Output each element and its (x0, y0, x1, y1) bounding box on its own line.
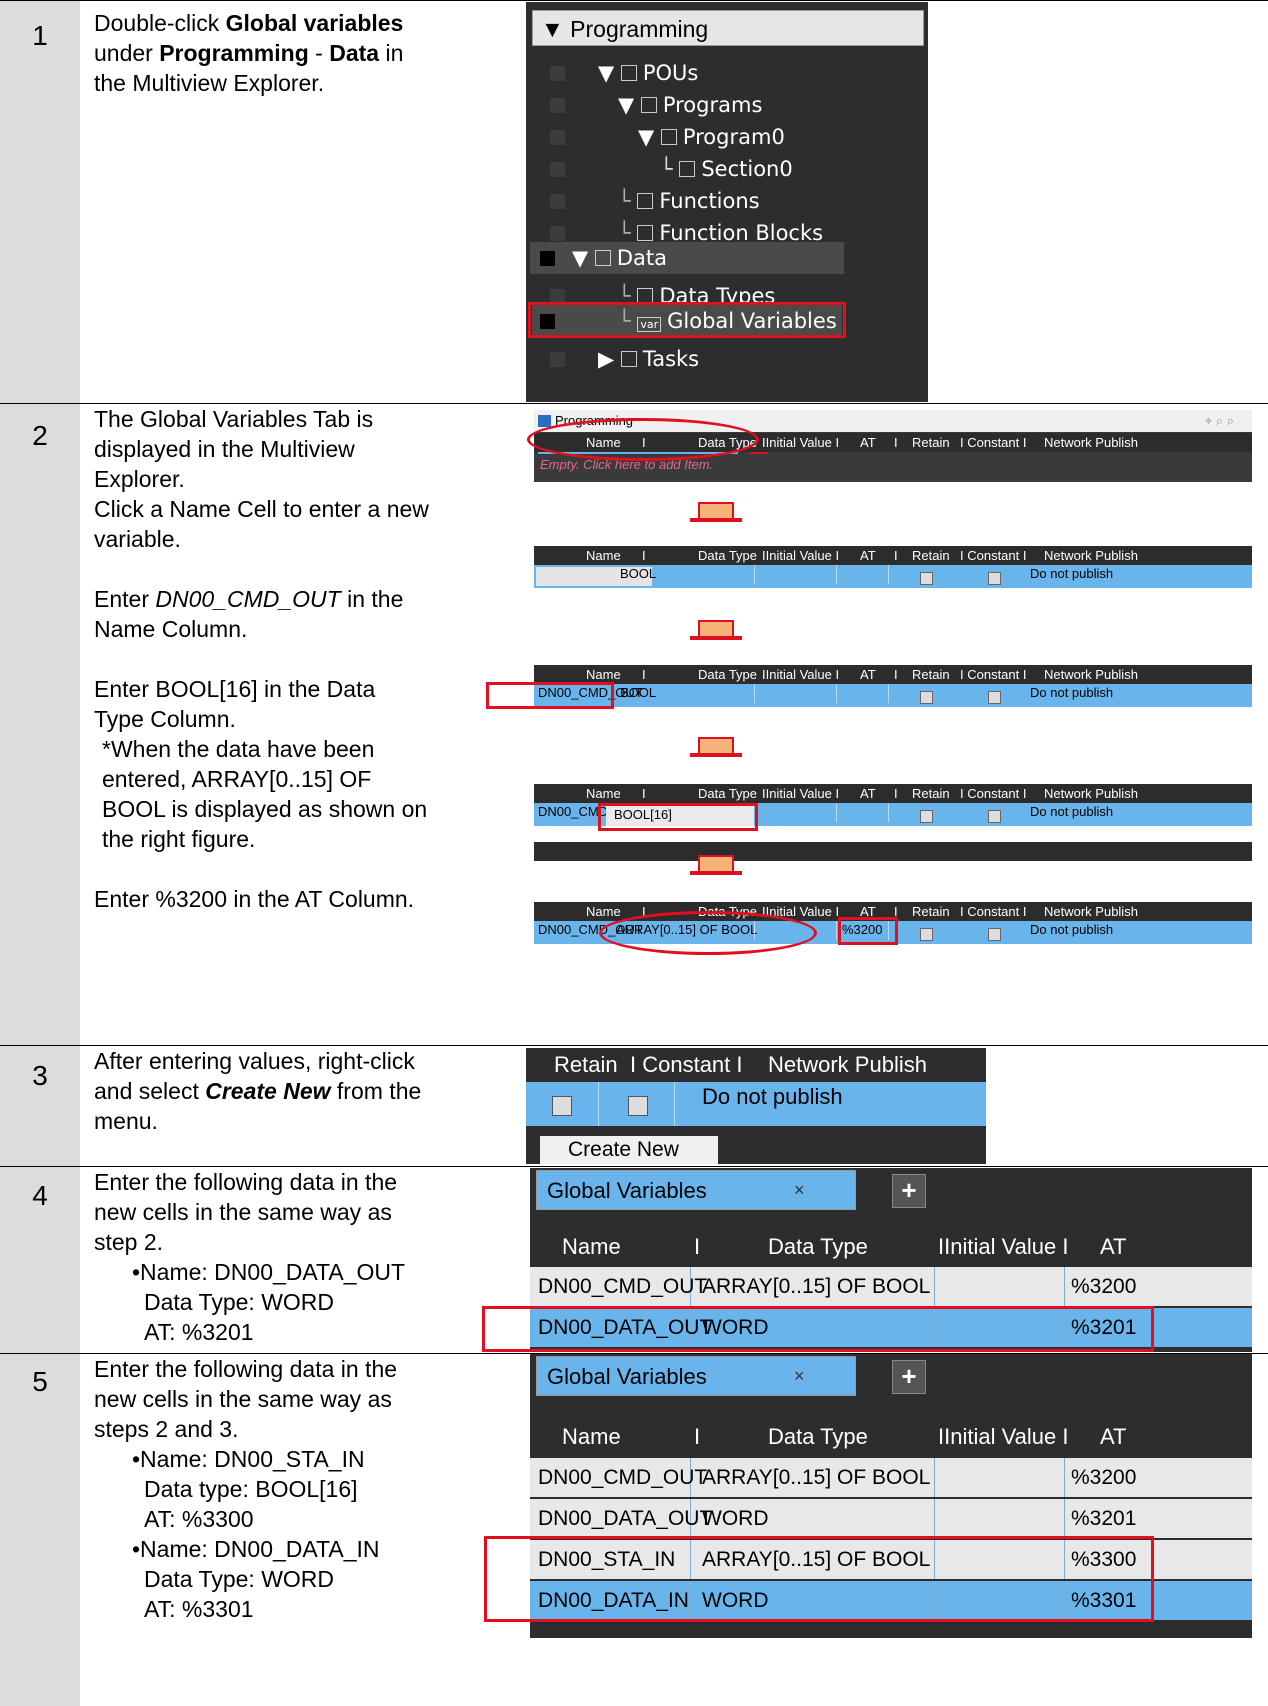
grid-header: Name I Data Type IInitial Value I AT I R… (534, 546, 1252, 565)
table-row[interactable]: DN00_DATA_OUT WORD %3201 (530, 1499, 1252, 1538)
programming-node[interactable]: ▼ Programming (532, 10, 924, 46)
table-row[interactable]: DN00_CMD_OUT ARRAY[0..15] OF BOOL %3200 (530, 1267, 1252, 1306)
retain-checkbox[interactable] (552, 1096, 572, 1116)
programs-icon (640, 97, 657, 113)
tasks-icon (620, 351, 637, 367)
context-menu-panel: Retain I Constant I Network Publish Do n… (526, 1048, 986, 1164)
grid-header (534, 842, 1252, 861)
tree-item-section0[interactable]: └ Section0 (526, 153, 928, 186)
grid-header: Name I Data Type IInitial Value I AT I R… (534, 665, 1252, 684)
tree-item-functions[interactable]: └ Functions (526, 185, 928, 218)
step5-text: Enter the following data in the new cell… (94, 1356, 398, 1622)
grid-header: Name I Data Type IInitial Value I AT (530, 1418, 1252, 1456)
step3-text: After entering values, right-click and s… (94, 1048, 422, 1134)
constant-checkbox[interactable] (988, 572, 1001, 585)
table-row[interactable]: DN00_CMD_OUT BOOL Do not publish (534, 684, 1252, 707)
tab-global-variables[interactable]: Global Variables (536, 1356, 856, 1396)
step-number: 4 (32, 1180, 48, 1211)
add-tab-button[interactable]: + (892, 1360, 926, 1394)
step-number: 5 (32, 1366, 48, 1397)
table-row[interactable]: BOOL Do not publish (534, 565, 1252, 588)
tree-item-programs[interactable]: ▼ Programs (526, 89, 928, 122)
step-number-column (0, 0, 80, 1706)
highlight-box (486, 682, 614, 709)
zoom-icons: ⌖ ⌕ ⌕ (1204, 413, 1234, 428)
pous-icon (620, 65, 637, 81)
step1-text: Double-click Global variables under Prog… (94, 10, 404, 96)
program-icon (660, 129, 677, 145)
tree-item-pous[interactable]: ▼ POUs (526, 57, 928, 90)
row-divider (0, 0, 1268, 1)
grid-header: Name I Data Type IInitial Value I AT I R… (534, 784, 1252, 803)
programming-icon (538, 415, 551, 427)
step2-text: The Global Variables Tab is displayed in… (94, 406, 429, 912)
add-tab-button[interactable]: + (892, 1174, 926, 1208)
down-arrow-icon (690, 871, 742, 875)
create-new-menu-item[interactable]: Create New (540, 1136, 718, 1164)
highlight-ellipse (527, 418, 759, 461)
tab-global-variables[interactable]: Global Variables (536, 1170, 856, 1210)
data-icon (594, 250, 611, 266)
retain-checkbox[interactable] (920, 810, 933, 823)
function-blocks-icon (637, 225, 654, 241)
retain-checkbox[interactable] (920, 572, 933, 585)
highlight-box (528, 302, 846, 338)
highlight-box (484, 1536, 1154, 1622)
step-number: 3 (32, 1060, 48, 1091)
table-row[interactable]: Do not publish (526, 1082, 986, 1126)
retain-checkbox[interactable] (920, 691, 933, 704)
grid-header: Retain I Constant I Network Publish (554, 1052, 927, 1077)
highlight-ellipse (599, 911, 817, 955)
constant-checkbox[interactable] (988, 691, 1001, 704)
step-number: 2 (32, 420, 48, 451)
grid-header: Name I Data Type IInitial Value I AT (530, 1228, 1252, 1266)
constant-checkbox[interactable] (628, 1096, 648, 1116)
step4-text: Enter the following data in the new cell… (94, 1169, 406, 1345)
retain-checkbox[interactable] (920, 928, 933, 941)
highlight-box (482, 1306, 1154, 1352)
highlight-box (838, 917, 898, 945)
highlight-box (598, 803, 758, 831)
constant-checkbox[interactable] (988, 810, 1001, 823)
table-row[interactable]: DN00_CMD_OUT ARRAY[0..15] OF BOOL %3200 (530, 1458, 1252, 1497)
tree-item-data[interactable]: ▼ Data (530, 242, 844, 274)
step-number: 1 (32, 20, 48, 51)
tree-item-program0[interactable]: ▼ Program0 (526, 121, 928, 154)
down-arrow-icon (690, 636, 742, 640)
section-icon (679, 161, 696, 177)
close-icon[interactable]: × (794, 1366, 805, 1387)
functions-icon (637, 193, 654, 209)
constant-checkbox[interactable] (988, 928, 1001, 941)
tree-item-tasks[interactable]: ▶ Tasks (526, 343, 928, 376)
down-arrow-icon (690, 518, 742, 522)
close-icon[interactable]: × (794, 1180, 805, 1201)
multiview-explorer-tree: ▼ Programming ▼ POUs ▼ Programs ▼ Progra… (526, 2, 928, 402)
down-arrow-icon (690, 753, 742, 757)
